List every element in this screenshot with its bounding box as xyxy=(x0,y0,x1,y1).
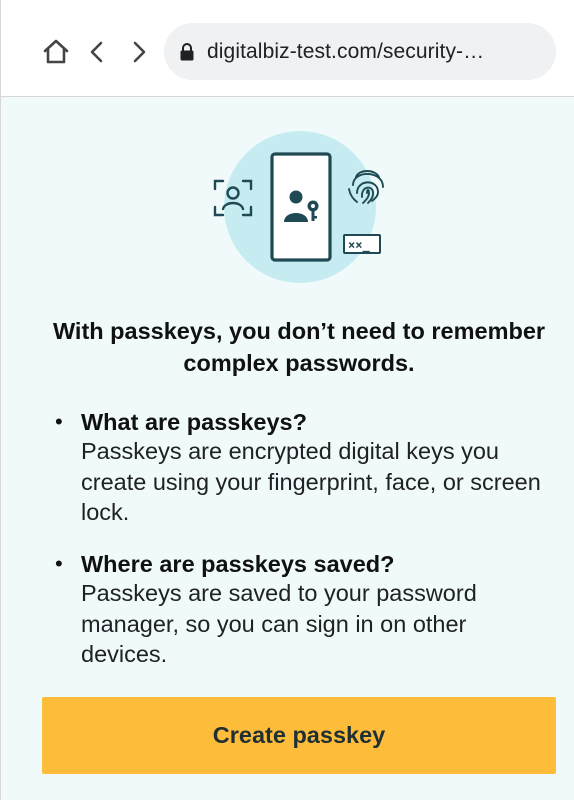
phone-icon xyxy=(270,152,332,262)
home-button[interactable] xyxy=(37,33,75,71)
browser-window: digitalbiz-test.com/security-… ××_ With … xyxy=(0,0,574,800)
svg-text:××_: ××_ xyxy=(348,238,370,253)
back-button[interactable] xyxy=(83,33,111,71)
create-passkey-button[interactable]: Create passkey xyxy=(42,697,556,774)
chevron-left-icon xyxy=(90,41,103,63)
faq-answer: Passkeys are saved to your password mana… xyxy=(81,580,477,667)
page-headline: With passkeys, you don’t need to remembe… xyxy=(52,318,546,376)
chevron-right-icon xyxy=(133,41,146,63)
browser-toolbar: digitalbiz-test.com/security-… xyxy=(0,0,574,97)
bullet: • xyxy=(55,551,63,576)
home-icon xyxy=(43,39,69,64)
faq-question: Where are passkeys saved? xyxy=(81,551,395,577)
forward-button[interactable] xyxy=(125,33,153,71)
lock-icon[interactable] xyxy=(179,41,195,63)
page-content: ××_ With passkeys, you don’t need to rem… xyxy=(0,97,574,800)
faq-answer: Passkeys are encrypted digital keys you … xyxy=(81,438,541,525)
passkey-illustration: ××_ xyxy=(213,131,384,283)
password-field-icon: ××_ xyxy=(343,234,381,254)
bullet: • xyxy=(55,409,63,434)
faq-question: What are passkeys? xyxy=(81,409,307,435)
address-bar[interactable]: digitalbiz-test.com/security-… xyxy=(164,23,556,80)
url-text: digitalbiz-test.com/security-… xyxy=(207,39,485,63)
